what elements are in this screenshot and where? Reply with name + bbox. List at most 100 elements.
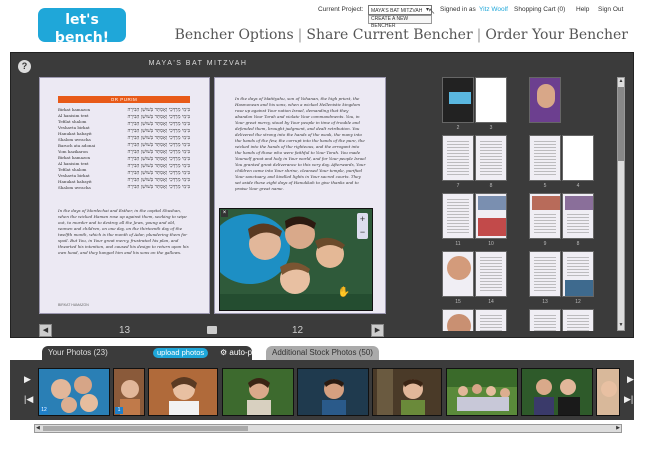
thumb-label: 4	[576, 183, 580, 189]
signed-in-label: Signed in as	[440, 6, 476, 13]
first-photo-icon[interactable]: |◀	[24, 394, 33, 405]
strip-photo[interactable]	[297, 368, 369, 416]
thumb-label: 11	[455, 241, 461, 247]
thumb-label: 15	[455, 299, 461, 305]
thumbnail-spread[interactable]	[442, 309, 508, 331]
thumb-label: 3	[489, 125, 493, 131]
thumbnail-spread[interactable]	[529, 309, 595, 331]
thumb-label: 5	[543, 183, 547, 189]
thumbnail-spread[interactable]: 11 10	[442, 193, 508, 247]
strip-photo[interactable]	[148, 368, 218, 416]
scroll-down-icon[interactable]: ▼	[618, 322, 624, 330]
left-page-body: In the days of Mordechai and Esther, in …	[58, 208, 189, 255]
photo-strip: ▶ |◀ 12 1 ▶ ▶|	[10, 360, 634, 420]
left-page[interactable]: OR PURIM Birkat hamazon Al hanisim text Te…	[39, 77, 210, 314]
strip-photo[interactable]	[446, 368, 518, 416]
nav-order-bencher[interactable]: Order Your Bencher	[485, 27, 628, 43]
thumbnail-spread[interactable]: 15 14	[442, 251, 508, 305]
close-icon[interactable]: ×	[221, 210, 228, 217]
photo-thumbnail-image	[39, 369, 109, 415]
thumb-label: 2	[456, 125, 460, 131]
project-select[interactable]: MAYA'S BAT MITZVAH ▾	[368, 5, 432, 15]
create-new-bencher-option[interactable]: CREATE A NEW BENCHER	[368, 15, 432, 29]
gear-icon: ⚙	[220, 348, 228, 357]
mouse-pointer-icon: ↖	[428, 6, 436, 16]
thumb-label: 8	[489, 183, 493, 189]
section-banner: OR PURIM	[58, 96, 190, 103]
nav-bencher-options[interactable]: Bencher Options	[175, 27, 294, 43]
prev-photo-icon[interactable]: ▶	[24, 374, 31, 385]
thumb-label: 12	[575, 299, 581, 305]
book-title: MAYA'S BAT MITZVAH	[148, 60, 248, 67]
tab-your-photos-label: Your Photos (23)	[48, 348, 108, 357]
right-page[interactable]: In the days of Matityahu, son of Yohanan…	[214, 77, 386, 314]
photo-strip-scrollbar[interactable]: ◀ ▶	[34, 424, 622, 433]
page-thumbnails: 2 3 7 8 5 4 11 10 9 8 15 14 13 12	[442, 73, 610, 331]
photo-thumbnail-image	[447, 369, 517, 415]
scrollbar-thumb[interactable]	[43, 426, 248, 431]
sign-out-link[interactable]: Sign Out	[598, 6, 623, 13]
thumbnail-spread[interactable]: 9 8	[529, 193, 595, 247]
zoom-control: + −	[357, 213, 368, 239]
right-page-number: 12	[292, 325, 304, 336]
strip-photo[interactable]	[222, 368, 294, 416]
scroll-left-icon[interactable]: ◀	[36, 425, 40, 431]
left-hebrew-text: בִּימֵי מָרְדְּכַי וְאֶסְתֵּר בְּשׁוּשַׁ…	[127, 107, 190, 190]
scrollbar-thumb[interactable]	[618, 87, 624, 161]
thumb-label: 9	[543, 241, 547, 247]
thumb-label: 14	[488, 299, 494, 305]
zoom-in-button[interactable]: +	[357, 213, 368, 226]
current-project-label: Current Project:	[318, 6, 364, 13]
zoom-out-button[interactable]: −	[357, 226, 368, 239]
strip-photo[interactable]: 1	[113, 368, 145, 416]
photo-thumbnail-image	[223, 369, 293, 415]
last-photo-icon[interactable]: ▶|	[624, 394, 633, 405]
thumbnail-spread[interactable]	[529, 77, 595, 123]
photo-tabs: Your Photos (23) upload photos ⚙ auto-po…	[10, 346, 634, 360]
user-name-link[interactable]: Yitz Woolf	[479, 6, 508, 13]
right-page-body: In the days of Matityahu, son of Yohanan…	[235, 96, 366, 191]
prev-page-button[interactable]: ◀	[39, 324, 52, 337]
usage-badge: 12	[40, 407, 48, 414]
strip-photo[interactable]: 12	[38, 368, 110, 416]
left-page-number: 13	[119, 325, 131, 336]
left-column-text: Birkat hamazon Al hanisim text Tefilat sha…	[58, 107, 96, 190]
shopping-cart-link[interactable]: Shopping Cart (0)	[514, 6, 565, 13]
thumbnail-spread[interactable]: 13 12	[529, 251, 595, 305]
scroll-up-icon[interactable]: ▲	[618, 78, 624, 86]
left-page-footer: BIRKAT HAMAZON	[58, 303, 89, 307]
logo-title: let's bench!	[54, 12, 110, 46]
project-select-value: MAYA'S BAT MITZVAH	[371, 8, 423, 14]
upload-photos-button[interactable]: upload photos	[153, 348, 209, 358]
thumb-label: 10	[488, 241, 494, 247]
page-photo[interactable]: × + − ✋	[219, 208, 373, 311]
nav-divider: |	[476, 27, 482, 43]
strip-photo[interactable]	[521, 368, 593, 416]
tab-your-photos[interactable]: Your Photos (23) upload photos ⚙ auto-po…	[42, 346, 278, 360]
thumbnail-spread[interactable]: 7 8	[442, 135, 508, 189]
photo-children-image	[220, 209, 372, 310]
strip-photo[interactable]	[372, 368, 442, 416]
thumb-label: 8	[576, 241, 580, 247]
thumb-label: 7	[456, 183, 460, 189]
thumbnail-scrollbar[interactable]: ▲ ▼	[617, 77, 625, 331]
nav-divider: |	[297, 27, 303, 43]
logo[interactable]: let's bench! photo benchers for your eve…	[38, 8, 126, 53]
help-link[interactable]: Help	[576, 6, 589, 13]
scroll-right-icon[interactable]: ▶	[616, 425, 620, 431]
usage-badge: 1	[115, 407, 123, 414]
photo-thumbnail-image	[149, 369, 217, 415]
spread-view-icon[interactable]	[207, 326, 217, 334]
thumbnail-spread[interactable]: 2 3	[442, 77, 508, 131]
topbar: Current Project: MAYA'S BAT MITZVAH ▾ CR…	[318, 5, 628, 29]
bencher-editor: ? MAYA'S BAT MITZVAH OR PURIM Birkat ham…	[10, 52, 634, 338]
tab-stock-photos[interactable]: Additional Stock Photos (50)	[266, 346, 379, 360]
strip-photo[interactable]	[596, 368, 620, 416]
thumbnail-spread[interactable]: 5 4	[529, 135, 595, 189]
nav-share-bencher[interactable]: Share Current Bencher	[306, 27, 472, 43]
photo-thumbnail-image	[597, 369, 619, 415]
next-photo-icon[interactable]: ▶	[627, 374, 634, 385]
main-nav: Bencher Options | Share Current Bencher | Or…	[175, 27, 628, 43]
next-page-button[interactable]: ▶	[371, 324, 384, 337]
thumb-label: 13	[542, 299, 548, 305]
